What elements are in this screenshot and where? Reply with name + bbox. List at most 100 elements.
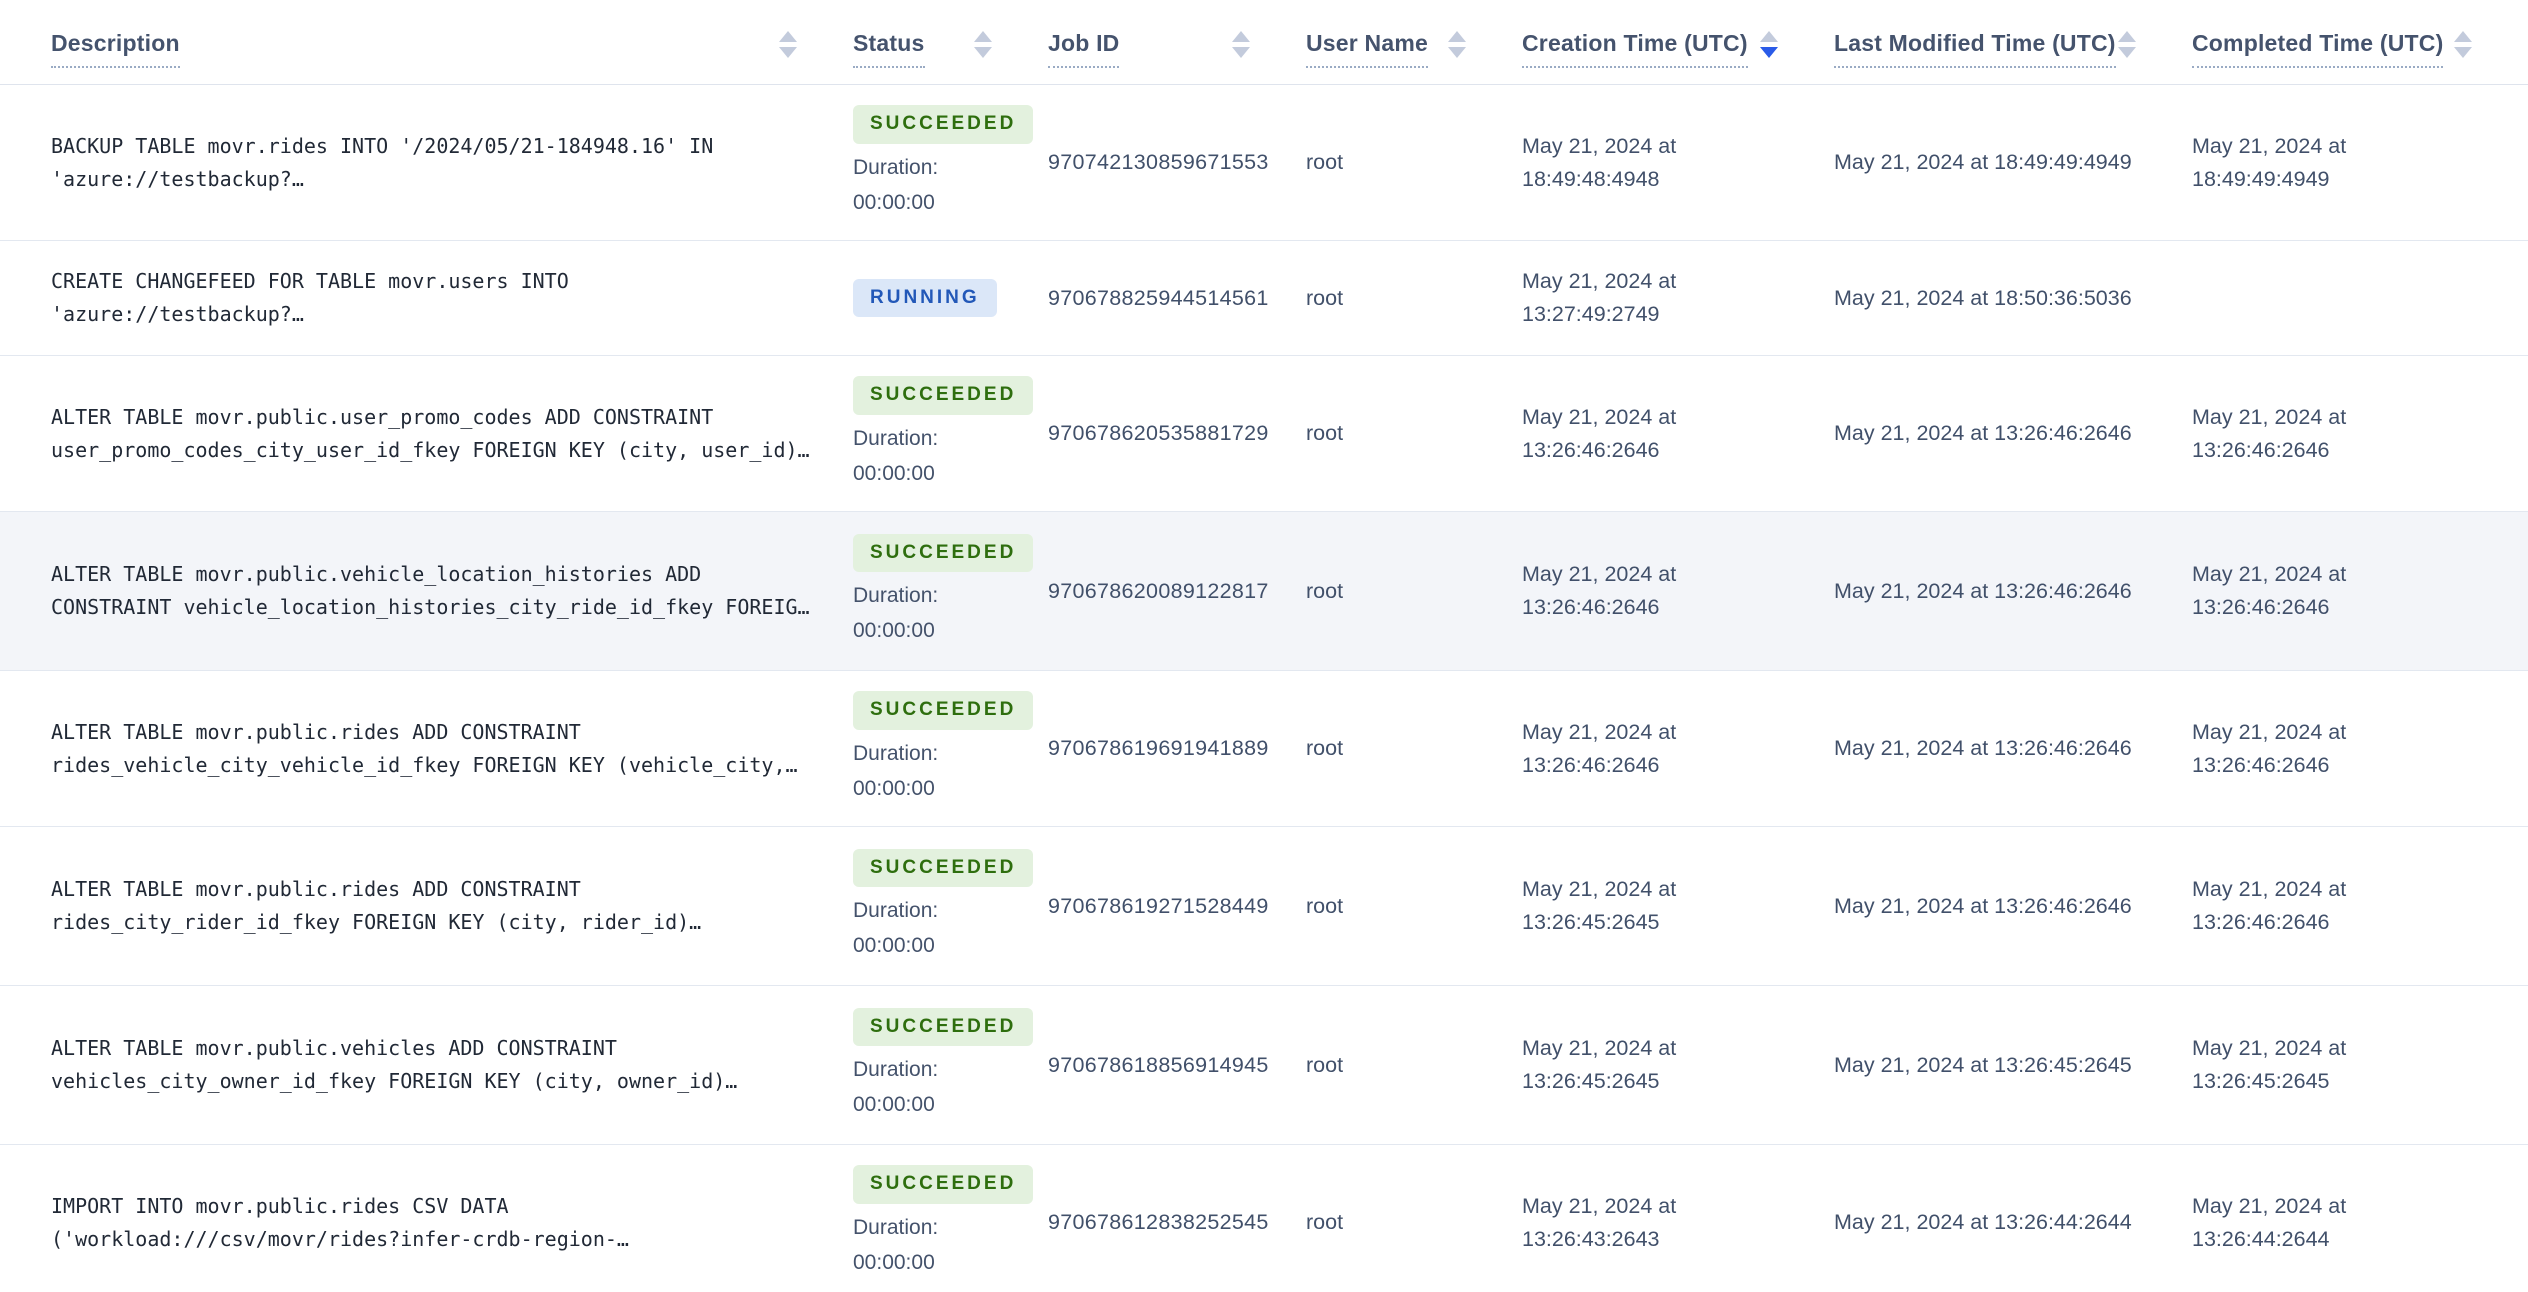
user-name-cell: root [1306, 85, 1522, 240]
sort-down-arrow-icon [1760, 46, 1778, 58]
column-header-label[interactable]: Last Modified Time (UTC) [1834, 30, 2116, 68]
job-description-link[interactable]: ALTER TABLE movr.public.rides ADD CONSTR… [51, 716, 798, 782]
description-cell: ALTER TABLE movr.public.vehicle_location… [0, 512, 853, 670]
status-cell: SUCCEEDED Duration: 00:00:00 [853, 1145, 1048, 1292]
status-cell: SUCCEEDED Duration: 00:00:00 [853, 986, 1048, 1144]
table-row: ALTER TABLE movr.public.rides ADD CONSTR… [0, 671, 2528, 827]
last-modified-time-cell: May 21, 2024 at 18:50:36:5036 [1834, 241, 2192, 355]
column-header-description[interactable]: Description [0, 0, 853, 84]
column-header-label[interactable]: Job ID [1048, 30, 1120, 68]
job-id-value: 970678618856914945 [1048, 1052, 1269, 1077]
creation-time-cell: May 21, 2024 at 13:26:45:2645 [1522, 986, 1834, 1144]
completed-time-cell: May 21, 2024 at 13:26:45:2645 [2192, 986, 2528, 1144]
status-badge: SUCCEEDED [853, 533, 1034, 573]
table-row: ALTER TABLE movr.public.user_promo_codes… [0, 356, 2528, 512]
description-cell: ALTER TABLE movr.public.vehicles ADD CON… [0, 986, 853, 1144]
job-description-link[interactable]: ALTER TABLE movr.public.user_promo_codes… [51, 401, 810, 467]
duration-text: Duration: 00:00:00 [853, 584, 939, 643]
duration-text: Duration: 00:00:00 [853, 155, 939, 214]
creation-time-value: May 21, 2024 at 13:26:46:2646 [1522, 404, 1677, 462]
user-name-cell: root [1306, 827, 1522, 985]
duration-text: Duration: 00:00:00 [853, 1058, 939, 1117]
table-row: ALTER TABLE movr.public.rides ADD CONSTR… [0, 827, 2528, 986]
column-header-completed-time[interactable]: Completed Time (UTC) [2192, 0, 2528, 84]
completed-time-value: May 21, 2024 at 13:26:46:2646 [2192, 404, 2347, 462]
job-description-link[interactable]: ALTER TABLE movr.public.vehicles ADD CON… [51, 1032, 737, 1098]
column-header-label[interactable]: Description [51, 30, 180, 68]
completed-time-cell: May 21, 2024 at 13:26:46:2646 [2192, 356, 2528, 511]
creation-time-cell: May 21, 2024 at 13:26:46:2646 [1522, 356, 1834, 511]
last-modified-time-cell: May 21, 2024 at 13:26:44:2644 [1834, 1145, 2192, 1292]
job-id-cell: 970678612838252545 [1048, 1145, 1306, 1292]
sort-icon[interactable] [2118, 30, 2136, 58]
last-modified-time-cell: May 21, 2024 at 13:26:45:2645 [1834, 986, 2192, 1144]
user-name-cell: root [1306, 512, 1522, 670]
job-description-link[interactable]: ALTER TABLE movr.public.rides ADD CONSTR… [51, 873, 701, 939]
duration-text: Duration: 00:00:00 [853, 426, 939, 485]
user-name-cell: root [1306, 356, 1522, 511]
last-modified-time-value: May 21, 2024 at 13:26:45:2645 [1834, 1052, 2132, 1077]
job-id-value: 970678619271528449 [1048, 893, 1269, 918]
sort-icon[interactable] [1448, 30, 1466, 58]
column-header-last-modified-time[interactable]: Last Modified Time (UTC) [1834, 0, 2192, 84]
sort-icon[interactable] [974, 30, 992, 58]
description-cell: ALTER TABLE movr.public.rides ADD CONSTR… [0, 671, 853, 826]
status-cell: SUCCEEDED Duration: 00:00:00 [853, 671, 1048, 826]
job-id-cell: 970678619691941889 [1048, 671, 1306, 826]
column-header-label[interactable]: Creation Time (UTC) [1522, 30, 1748, 68]
job-id-value: 970678620535881729 [1048, 421, 1269, 445]
sort-down-arrow-icon [1448, 46, 1466, 58]
column-header-label[interactable]: Completed Time (UTC) [2192, 30, 2444, 68]
last-modified-time-value: May 21, 2024 at 13:26:46:2646 [1834, 893, 2132, 918]
job-description-link[interactable]: CREATE CHANGEFEED FOR TABLE movr.users I… [51, 265, 569, 331]
column-header-status[interactable]: Status [853, 0, 1048, 84]
sort-icon[interactable] [1232, 30, 1250, 58]
duration-text: Duration: 00:00:00 [853, 899, 939, 958]
column-header-user-name[interactable]: User Name [1306, 0, 1522, 84]
user-name-cell: root [1306, 671, 1522, 826]
last-modified-time-cell: May 21, 2024 at 13:26:46:2646 [1834, 827, 2192, 985]
completed-time-cell: May 21, 2024 at 13:26:44:2644 [2192, 1145, 2528, 1292]
column-header-label[interactable]: User Name [1306, 30, 1428, 68]
creation-time-value: May 21, 2024 at 13:27:49:2749 [1522, 269, 1677, 326]
job-id-cell: 970678618856914945 [1048, 986, 1306, 1144]
user-name-value: root [1306, 421, 1344, 445]
job-id-cell: 970678619271528449 [1048, 827, 1306, 985]
sort-up-arrow-icon [2118, 30, 2136, 42]
user-name-value: root [1306, 1052, 1344, 1077]
last-modified-time-value: May 21, 2024 at 13:26:46:2646 [1834, 578, 2132, 603]
user-name-cell: root [1306, 241, 1522, 355]
completed-time-value: May 21, 2024 at 13:26:45:2645 [2192, 1036, 2347, 1093]
creation-time-value: May 21, 2024 at 18:49:48:4948 [1522, 133, 1677, 191]
sort-icon[interactable] [779, 30, 797, 58]
job-id-cell: 970678825944514561 [1048, 241, 1306, 355]
job-description-link[interactable]: BACKUP TABLE movr.rides INTO '/2024/05/2… [51, 130, 713, 196]
last-modified-time-value: May 21, 2024 at 13:26:46:2646 [1834, 421, 2132, 445]
description-cell: BACKUP TABLE movr.rides INTO '/2024/05/2… [0, 85, 853, 240]
completed-time-value: May 21, 2024 at 18:49:49:4949 [2192, 133, 2347, 191]
job-id-value: 970678612838252545 [1048, 1210, 1269, 1234]
creation-time-cell: May 21, 2024 at 13:27:49:2749 [1522, 241, 1834, 355]
column-header-job-id[interactable]: Job ID [1048, 0, 1306, 84]
user-name-cell: root [1306, 1145, 1522, 1292]
creation-time-cell: May 21, 2024 at 13:26:46:2646 [1522, 671, 1834, 826]
job-description-link[interactable]: ALTER TABLE movr.public.vehicle_location… [51, 558, 810, 624]
status-badge: SUCCEEDED [853, 1165, 1034, 1204]
table-row: IMPORT INTO movr.public.rides CSV DATA (… [0, 1145, 2528, 1292]
sort-icon[interactable] [2454, 30, 2472, 58]
status-cell: SUCCEEDED Duration: 00:00:00 [853, 827, 1048, 985]
description-cell: ALTER TABLE movr.public.user_promo_codes… [0, 356, 853, 511]
creation-time-value: May 21, 2024 at 13:26:43:2643 [1522, 1193, 1677, 1251]
sort-icon[interactable] [1760, 30, 1778, 58]
table-row: ALTER TABLE movr.public.vehicle_location… [0, 512, 2528, 671]
sort-up-arrow-icon [1448, 30, 1466, 42]
job-description-link[interactable]: IMPORT INTO movr.public.rides CSV DATA (… [51, 1190, 629, 1256]
last-modified-time-value: May 21, 2024 at 18:49:49:4949 [1834, 150, 2132, 174]
sort-up-arrow-icon [1760, 30, 1778, 42]
column-header-creation-time[interactable]: Creation Time (UTC) [1522, 0, 1834, 84]
sort-down-arrow-icon [779, 46, 797, 58]
description-cell: CREATE CHANGEFEED FOR TABLE movr.users I… [0, 241, 853, 355]
column-header-label[interactable]: Status [853, 30, 925, 68]
completed-time-value: May 21, 2024 at 13:26:44:2644 [2192, 1193, 2347, 1251]
creation-time-cell: May 21, 2024 at 13:26:45:2645 [1522, 827, 1834, 985]
